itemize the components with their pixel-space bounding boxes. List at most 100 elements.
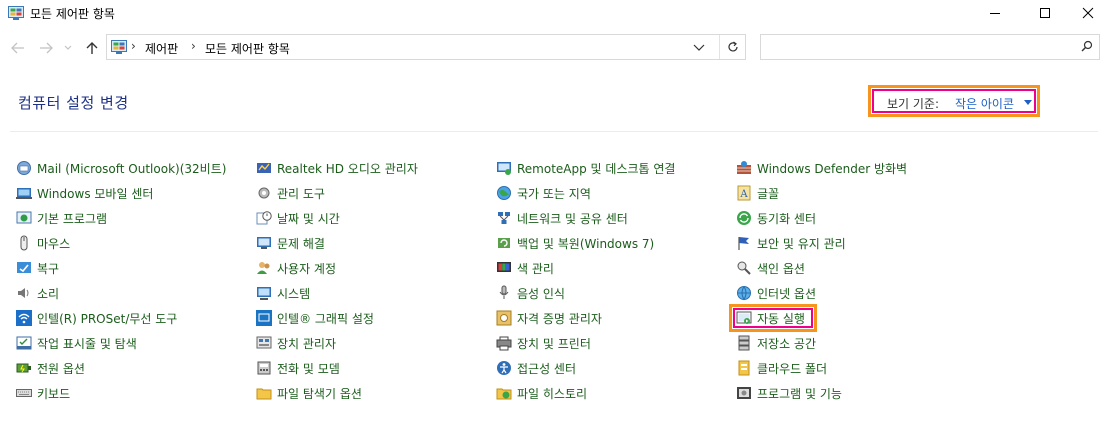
control-panel-item[interactable]: 장치 및 프린터	[496, 333, 591, 353]
maximize-button[interactable]	[1022, 0, 1068, 26]
control-panel-item[interactable]: Realtek HD 오디오 관리자	[256, 158, 418, 178]
color-management-icon	[497, 262, 511, 272]
control-panel-item[interactable]: 동기화 센터	[736, 208, 816, 228]
control-panel-item[interactable]: 작업 표시줄 및 탐색	[16, 333, 137, 353]
breadcrumb-separator-icon[interactable]: ›	[191, 39, 196, 53]
back-button[interactable]	[10, 40, 26, 56]
control-panel-item[interactable]: 파일 히스토리	[496, 383, 587, 403]
control-panel-item-label: 클라우드 폴더	[757, 361, 828, 376]
control-panel-item[interactable]: 전원 옵션	[16, 358, 85, 378]
internet-options-icon	[737, 286, 751, 301]
control-panel-item[interactable]: 인터넷 옵션	[736, 283, 816, 303]
control-panel-item[interactable]: A 글꼴	[736, 183, 779, 203]
control-panel-item[interactable]: 파일 탐색기 옵션	[256, 383, 362, 403]
control-panel-item[interactable]: 접근성 센터	[496, 358, 576, 378]
phone-modem-icon	[257, 361, 271, 375]
control-panel-item-label: Mail (Microsoft Outlook)(32비트)	[37, 161, 227, 176]
control-panel-item[interactable]: 국가 또는 지역	[496, 183, 591, 203]
control-panel-item[interactable]: RemoteApp 및 데스크톱 연결	[496, 158, 675, 178]
control-panel-item[interactable]: 기본 프로그램	[16, 208, 107, 228]
control-panel-item-label: 작업 표시줄 및 탐색	[37, 336, 137, 351]
recovery-icon	[17, 262, 31, 273]
control-panel-item[interactable]: 클라우드 폴더	[736, 358, 827, 378]
control-panel-item[interactable]: Windows Defender 방화벽	[736, 158, 907, 178]
refresh-button[interactable]	[719, 35, 746, 59]
control-panel-item[interactable]: 복구	[16, 258, 59, 278]
control-panel-item[interactable]: 시스템	[256, 283, 310, 303]
control-panel-item-label: 저장소 공간	[757, 336, 817, 351]
control-panel-item[interactable]: 키보드	[16, 383, 70, 403]
control-panel-item[interactable]: 관리 도구	[256, 183, 325, 203]
control-panel-item[interactable]: Mail (Microsoft Outlook)(32비트)	[16, 158, 226, 178]
up-button[interactable]	[84, 40, 100, 56]
control-panel-item[interactable]: 자격 증명 관리자	[496, 308, 602, 328]
address-bar[interactable]: › 제어판 › 모든 제어판 항목	[106, 34, 746, 60]
control-panel-item[interactable]: 문제 해결	[256, 233, 325, 253]
search-box[interactable]	[760, 34, 1100, 60]
control-panel-item-label: 마우스	[37, 236, 71, 251]
control-panel-item[interactable]: 자동 실행	[736, 308, 805, 328]
control-panel-item[interactable]: 음성 인식	[496, 283, 565, 303]
user-accounts-icon	[257, 262, 270, 274]
storage-spaces-icon	[738, 335, 750, 351]
control-panel-item[interactable]: 보안 및 유지 관리	[736, 233, 846, 253]
navigation-bar: › 제어판 › 모든 제어판 항목	[0, 32, 1109, 62]
title-bar: 모든 제어판 항목	[0, 0, 1109, 26]
control-panel-item[interactable]: 인텔(R) PROSet/무선 도구	[16, 308, 177, 328]
search-icon[interactable]	[1081, 40, 1093, 52]
default-programs-icon	[16, 211, 32, 224]
control-panel-item-label: RemoteApp 및 데스크톱 연결	[517, 161, 676, 176]
folder-options-icon	[256, 388, 272, 400]
control-panel-item-label: 동기화 센터	[757, 211, 817, 226]
control-panel-item[interactable]: 백업 및 복원(Windows 7)	[496, 233, 654, 253]
control-panel-item[interactable]: 소리	[16, 283, 59, 303]
header-divider	[10, 131, 1098, 132]
control-panel-item-label: 국가 또는 지역	[517, 186, 591, 201]
control-panel-item[interactable]: 색인 옵션	[736, 258, 805, 278]
view-by-value[interactable]: 작은 아이콘	[955, 95, 1014, 112]
control-panel-item-label: 전원 옵션	[37, 361, 85, 376]
control-panel-item-label: 인텔(R) PROSet/무선 도구	[37, 311, 178, 326]
control-panel-item-label: 음성 인식	[517, 286, 565, 301]
control-panel-item[interactable]: 네트워크 및 공유 센터	[496, 208, 628, 228]
control-panel-item[interactable]: 색 관리	[496, 258, 554, 278]
work-folders-icon	[738, 360, 750, 376]
control-panel-item-label: 기본 프로그램	[37, 211, 108, 226]
control-panel-item-label: 시스템	[277, 286, 311, 301]
refresh-icon	[728, 41, 738, 52]
breadcrumb-all-items[interactable]: 모든 제어판 항목	[205, 40, 290, 57]
search-input[interactable]	[767, 38, 1071, 58]
indexing-icon	[737, 261, 751, 275]
address-dropdown-icon[interactable]	[691, 39, 707, 55]
control-panel-item[interactable]: 인텔® 그래픽 설정	[256, 308, 374, 328]
control-panel-icon	[8, 6, 24, 20]
control-panel-item[interactable]: Windows 모바일 센터	[16, 183, 153, 203]
control-panel-icon	[111, 40, 127, 54]
breadcrumb-separator-icon[interactable]: ›	[131, 39, 136, 53]
control-panel-item[interactable]: 사용자 계정	[256, 258, 336, 278]
view-by-selector[interactable]: 보기 기준: 작은 아이콘	[868, 85, 1040, 117]
sound-icon	[18, 288, 29, 298]
control-panel-item-label: 관리 도구	[277, 186, 325, 201]
minimize-button[interactable]	[972, 0, 1018, 26]
control-panel-item[interactable]: 프로그램 및 기능	[736, 383, 842, 403]
recent-locations-button[interactable]	[62, 40, 74, 56]
breadcrumb-control-panel[interactable]: 제어판	[145, 40, 178, 57]
control-panel-item-label: Windows 모바일 센터	[37, 186, 154, 201]
close-button[interactable]	[1065, 0, 1109, 26]
page-title: 컴퓨터 설정 변경	[18, 94, 129, 112]
control-panel-item[interactable]: 마우스	[16, 233, 70, 253]
forward-button[interactable]	[38, 40, 54, 56]
control-panel-item-label: 문제 해결	[277, 236, 325, 251]
control-panel-item-label: 소리	[37, 286, 60, 301]
control-panel-item-label: 복구	[37, 261, 60, 276]
control-panel-item[interactable]: 전화 및 모뎀	[256, 358, 340, 378]
ease-of-access-icon	[497, 361, 511, 375]
admin-tools-icon	[258, 187, 270, 199]
control-panel-item-label: 네트워크 및 공유 센터	[517, 211, 628, 226]
control-panel-item[interactable]: 날짜 및 시간	[256, 208, 340, 228]
caret-down-icon[interactable]	[1024, 100, 1032, 105]
troubleshoot-icon	[257, 237, 271, 249]
control-panel-item[interactable]: 장치 관리자	[256, 333, 336, 353]
control-panel-item[interactable]: 저장소 공간	[736, 333, 816, 353]
